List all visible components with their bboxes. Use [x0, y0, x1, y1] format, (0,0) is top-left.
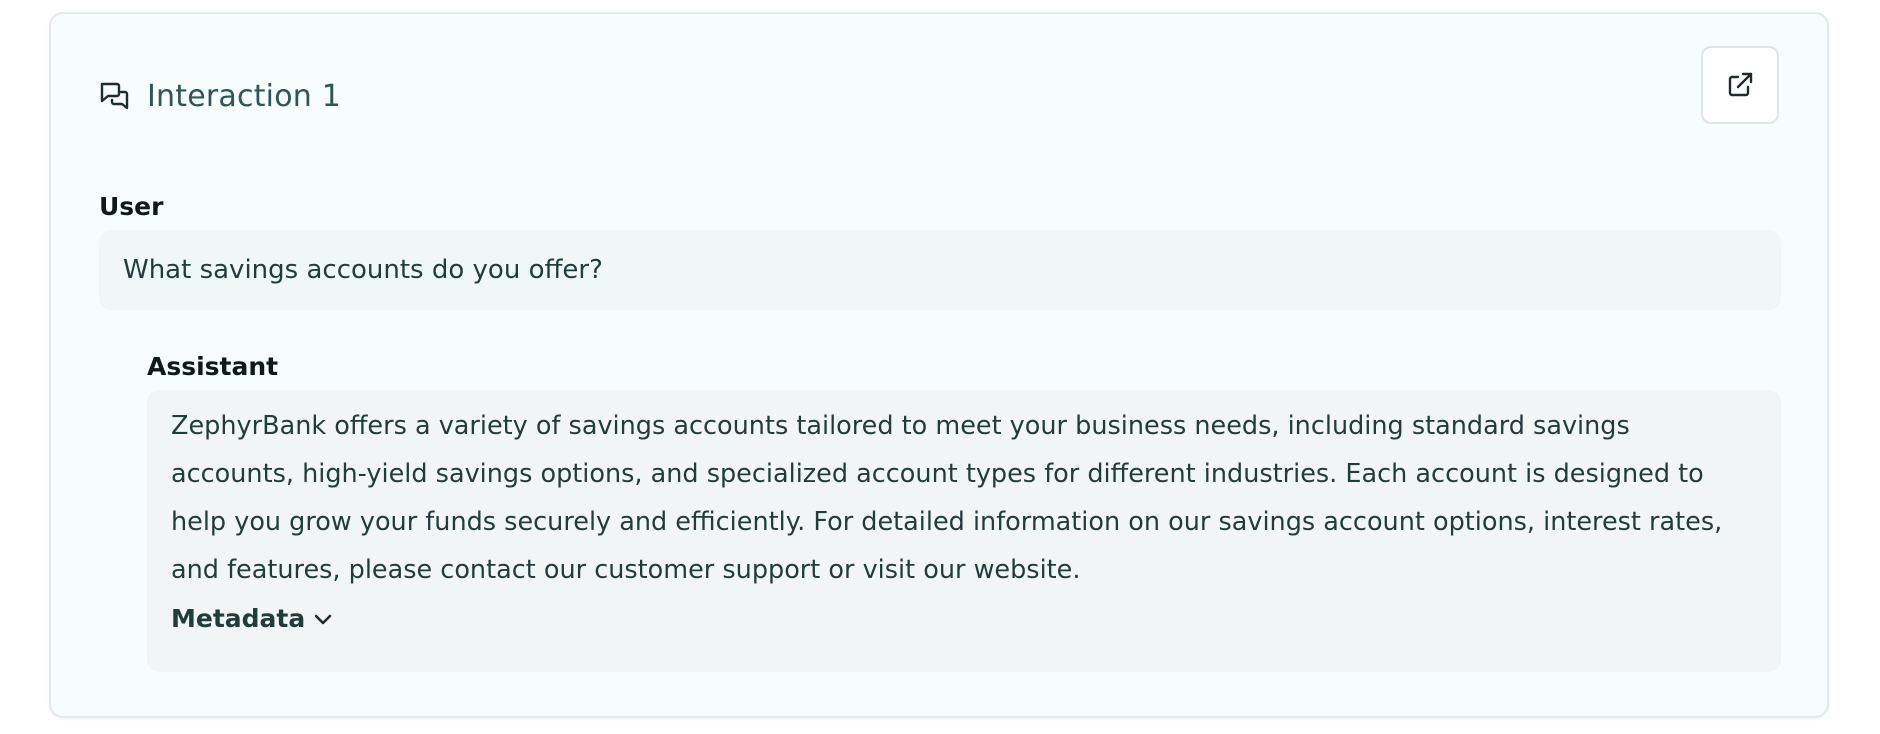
user-role-label: User — [99, 192, 164, 221]
assistant-message-text: ZephyrBank offers a variety of savings a… — [171, 411, 1723, 585]
assistant-message: ZephyrBank offers a variety of savings a… — [147, 390, 1781, 672]
interaction-header: Interaction 1 — [99, 66, 341, 126]
chat-bubbles-icon — [99, 80, 131, 112]
assistant-role-label: Assistant — [147, 352, 279, 381]
metadata-toggle[interactable]: Metadata — [171, 604, 333, 633]
open-external-button[interactable] — [1701, 46, 1779, 124]
user-message: What savings accounts do you offer? — [99, 230, 1781, 310]
chevron-down-icon — [313, 609, 333, 629]
user-message-text: What savings accounts do you offer? — [123, 255, 603, 285]
interaction-title: Interaction 1 — [147, 78, 341, 114]
external-link-icon — [1725, 70, 1755, 100]
metadata-label: Metadata — [171, 604, 306, 633]
interaction-card: Interaction 1 User What savings accounts… — [49, 12, 1829, 718]
